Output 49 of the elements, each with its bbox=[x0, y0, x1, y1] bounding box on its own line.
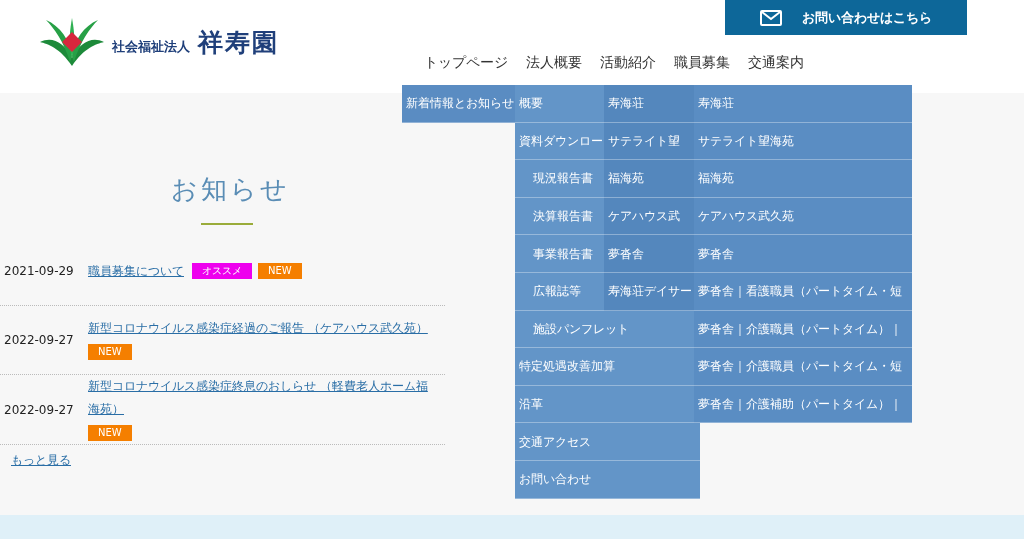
logo-name: 祥寿園 bbox=[198, 27, 279, 60]
submenu-item[interactable]: お問い合わせ bbox=[515, 460, 700, 499]
submenu-item[interactable]: 寿海荘デイサー bbox=[604, 272, 694, 311]
submenu-item[interactable]: 寿海荘 bbox=[694, 85, 912, 123]
submenu-item[interactable]: 夢沓舎｜介護職員（パートタイム）｜ bbox=[694, 310, 912, 349]
nav-link[interactable]: 活動紹介 bbox=[594, 52, 662, 73]
nav-link[interactable]: 職員募集 bbox=[668, 52, 736, 73]
submenu-item[interactable]: 夢沓舎｜介護補助（パートタイム）｜ bbox=[694, 385, 912, 424]
news-heading: お知らせ bbox=[170, 173, 290, 206]
tag-label: NEW bbox=[88, 424, 132, 441]
news-link[interactable]: 新型コロナウイルス感染症経過のご報告 （ケアハウス武久苑） bbox=[88, 317, 428, 340]
submenu-item[interactable]: 新着情報とお知らせ bbox=[402, 85, 515, 123]
submenu-item[interactable]: 福海苑 bbox=[694, 160, 912, 198]
submenu-item[interactable]: 夢沓舎｜介護職員（パートタイム・短 bbox=[694, 348, 912, 386]
submenu-item[interactable]: サテライト望海苑 bbox=[694, 122, 912, 161]
submenu-item[interactable]: 事業報告書 bbox=[515, 235, 604, 273]
logo-caption: 社会福祉法人 bbox=[112, 38, 190, 57]
mail-icon bbox=[760, 9, 782, 26]
submenu-item[interactable]: 概要 bbox=[515, 85, 604, 123]
nav-link[interactable]: 交通案内 bbox=[742, 52, 810, 73]
submenu-item[interactable]: ケアハウス武久苑 bbox=[694, 197, 912, 236]
submenu-item[interactable]: 広報誌等 bbox=[515, 272, 604, 311]
tag-label: NEW bbox=[88, 343, 132, 360]
news-link[interactable]: 職員募集について bbox=[88, 259, 184, 283]
contact-button[interactable]: お問い合わせはこちら bbox=[725, 0, 967, 35]
leaf-logo-icon bbox=[40, 18, 104, 68]
nav-link[interactable]: 法人概要 bbox=[520, 52, 588, 73]
submenu-item[interactable]: ケアハウス武 bbox=[604, 197, 694, 236]
tag-label: NEW bbox=[258, 263, 302, 279]
news-link[interactable]: 新型コロナウイルス感染症終息のおしらせ （軽費老人ホーム福海苑） bbox=[88, 375, 437, 421]
submenu-item[interactable]: 資料ダウンロー bbox=[515, 122, 604, 161]
news-date: 2022-09-27 bbox=[3, 332, 75, 349]
submenu-item[interactable]: 現況報告書 bbox=[515, 160, 604, 198]
submenu-item[interactable]: 沿革 bbox=[515, 385, 694, 424]
more-link[interactable]: もっと見る bbox=[11, 451, 71, 469]
nav-link[interactable]: トップページ bbox=[418, 52, 514, 73]
submenu-item[interactable]: 夢沓舎｜看護職員（パートタイム・短 bbox=[694, 272, 912, 311]
news-date: 2022-09-27 bbox=[3, 401, 75, 419]
submenu-item[interactable]: 施設パンフレット bbox=[515, 310, 694, 349]
submenu-item[interactable]: 夢沓舎 bbox=[604, 235, 694, 273]
submenu-item[interactable]: 交通アクセス bbox=[515, 423, 700, 461]
submenu-item[interactable]: 夢沓舎 bbox=[694, 235, 912, 273]
submenu-item[interactable]: 寿海荘 bbox=[604, 85, 694, 123]
tag-label: オススメ bbox=[192, 263, 252, 279]
news-date: 2021-09-29 bbox=[3, 263, 75, 280]
submenu-item[interactable]: サテライト望 bbox=[604, 122, 694, 161]
submenu-item[interactable]: 特定処遇改善加算 bbox=[515, 348, 694, 386]
submenu-item[interactable]: 福海苑 bbox=[604, 160, 694, 198]
submenu-item[interactable]: 決算報告書 bbox=[515, 197, 604, 236]
